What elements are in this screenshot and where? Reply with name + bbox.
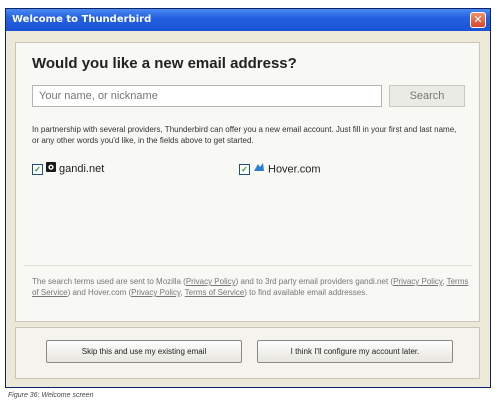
info-text: In partnership with several providers, T… xyxy=(32,125,457,145)
close-icon[interactable]: ✕ xyxy=(470,12,486,28)
hover-privacy-link[interactable]: Privacy Policy xyxy=(131,288,180,297)
configure-later-button[interactable]: I think I'll configure my account later. xyxy=(257,340,453,363)
provider-label: gandi.net xyxy=(59,163,105,175)
hover-terms-link[interactable]: Terms of Service xyxy=(185,288,245,297)
search-button[interactable]: Search xyxy=(389,85,465,107)
hover-logo-icon xyxy=(253,162,265,177)
divider xyxy=(24,265,472,266)
notice-text: ) and to 3rd party email providers gandi… xyxy=(235,277,394,286)
welcome-dialog: Welcome to Thunderbird ✕ Would you like … xyxy=(5,8,491,388)
mozilla-privacy-link[interactable]: Privacy Policy xyxy=(186,277,236,286)
checkbox-hover[interactable]: ✓ xyxy=(239,164,250,175)
privacy-notice: The search terms used are sent to Mozill… xyxy=(32,276,472,298)
provider-gandi[interactable]: ✓ gandi.net xyxy=(32,162,104,176)
skip-button[interactable]: Skip this and use my existing email xyxy=(46,340,242,363)
window-title: Welcome to Thunderbird xyxy=(12,14,152,25)
provider-hover[interactable]: ✓ Hover.com xyxy=(239,162,321,176)
search-input[interactable]: Your name, or nickname xyxy=(32,85,382,107)
title-bar[interactable]: Welcome to Thunderbird ✕ xyxy=(6,9,490,31)
notice-text: ) and Hover.com ( xyxy=(67,288,132,297)
checkbox-gandi[interactable]: ✓ xyxy=(32,163,43,175)
gandi-privacy-link[interactable]: Privacy Policy xyxy=(393,277,442,286)
gandi-logo-icon xyxy=(46,162,56,176)
figure-caption: Figure 36: Welcome screen xyxy=(8,392,94,399)
content-panel: Would you like a new email address? Your… xyxy=(15,42,480,322)
button-panel: Skip this and use my existing email I th… xyxy=(15,327,480,379)
page-title: Would you like a new email address? xyxy=(32,55,297,72)
notice-text: ) to find available email addresses. xyxy=(244,288,368,297)
provider-label: Hover.com xyxy=(268,163,321,176)
notice-text: The search terms used are sent to Mozill… xyxy=(32,277,186,286)
